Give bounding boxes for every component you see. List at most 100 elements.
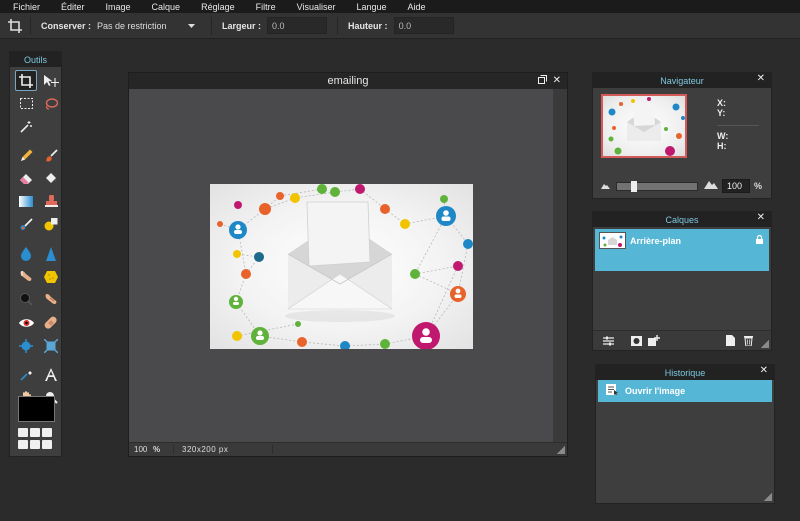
document-title: emailing — [327, 75, 369, 87]
history-item[interactable]: Ouvrir l'image — [598, 380, 772, 402]
menu-aide[interactable]: Aide — [408, 2, 426, 12]
menu-visualiser[interactable]: Visualiser — [297, 2, 336, 12]
tools-title: Outils — [10, 52, 61, 67]
new-layer-icon[interactable] — [721, 334, 739, 348]
eraser-icon[interactable] — [15, 168, 37, 189]
tool-empty-slot — [40, 116, 62, 137]
marquee-icon[interactable] — [15, 93, 37, 114]
layer-thumbnail-image — [602, 235, 623, 247]
tool-group-gap — [15, 358, 62, 362]
tool-group-gap — [15, 237, 62, 241]
sponge-icon[interactable] — [40, 266, 62, 287]
smudge-icon[interactable] — [15, 266, 37, 287]
history-title: Historique — [664, 367, 706, 378]
burn-icon[interactable] — [40, 289, 62, 310]
layer-settings-icon[interactable] — [599, 334, 617, 348]
navigator-title: Navigateur — [660, 75, 704, 86]
layer-styles-icon[interactable] — [645, 334, 663, 348]
navigator-coordinates: X: Y: — [717, 98, 726, 118]
crop-icon — [0, 18, 30, 33]
layer-item[interactable]: Arrière-plan — [595, 229, 769, 271]
layer-name: Arrière-plan — [630, 236, 682, 246]
largeur-input[interactable] — [267, 17, 328, 34]
document-window: emailing ✕ 100 % 320x200 px — [128, 72, 568, 457]
bloat-icon[interactable] — [15, 335, 37, 356]
chevron-down-icon — [188, 21, 196, 31]
menu-image[interactable]: Image — [106, 2, 131, 12]
crop-icon[interactable] — [15, 70, 37, 91]
clone-stamp-icon[interactable] — [40, 191, 62, 212]
image-canvas[interactable] — [210, 184, 473, 349]
layers-title-bar[interactable]: Calques ✕ — [593, 212, 771, 227]
zoom-in-icon[interactable] — [704, 180, 718, 192]
divider — [717, 125, 759, 126]
dodge-icon[interactable] — [15, 289, 37, 310]
tool-group-gap — [15, 139, 62, 143]
layer-mask-icon[interactable] — [627, 334, 645, 348]
lock-icon[interactable] — [756, 234, 763, 247]
navigator-title-bar[interactable]: Navigateur ✕ — [593, 73, 771, 88]
divider — [211, 16, 213, 35]
gradient-icon[interactable] — [15, 191, 37, 212]
blur-icon[interactable] — [15, 243, 37, 264]
menu-langue[interactable]: Langue — [356, 2, 386, 12]
menu-reglage[interactable]: Réglage — [201, 2, 235, 12]
navigator-zoom-row: % — [601, 179, 767, 193]
conserver-label: Conserver : — [41, 20, 92, 31]
layers-panel: Calques ✕ Arrière-plan — [592, 211, 772, 351]
close-icon[interactable]: ✕ — [553, 75, 561, 87]
pencil-icon[interactable] — [15, 145, 37, 166]
vertical-scrollbar[interactable] — [553, 89, 567, 443]
h-label: H: — [717, 141, 727, 151]
y-label: Y: — [717, 108, 726, 118]
zoom-input[interactable] — [722, 179, 750, 193]
status-zoom-value[interactable]: 100 — [129, 445, 153, 454]
brush-icon[interactable] — [40, 145, 62, 166]
zoom-out-icon[interactable] — [601, 180, 610, 192]
menu-fichier[interactable]: Fichier — [13, 2, 40, 12]
primary-color-swatch[interactable] — [18, 396, 55, 422]
color-picker-icon[interactable] — [15, 364, 37, 385]
paint-bucket-icon[interactable] — [40, 168, 62, 189]
divider — [337, 16, 339, 35]
layers-footer — [593, 330, 771, 350]
red-eye-icon[interactable] — [15, 312, 37, 333]
largeur-label: Largeur : — [222, 20, 262, 31]
document-status-bar: 100 % 320x200 px — [129, 442, 567, 456]
resize-handle-icon[interactable] — [764, 493, 772, 501]
menu-filtre[interactable]: Filtre — [256, 2, 276, 12]
magic-wand-icon[interactable] — [15, 116, 37, 137]
grid-view-icon[interactable] — [18, 428, 55, 450]
zoom-slider[interactable] — [616, 180, 698, 192]
resize-handle-icon[interactable] — [761, 340, 769, 348]
tool-grid — [10, 67, 61, 408]
menu-editer[interactable]: Éditer — [61, 2, 85, 12]
move-icon[interactable] — [40, 70, 62, 91]
tools-panel: Outils — [9, 51, 62, 457]
text-icon[interactable] — [40, 364, 62, 385]
maximize-icon[interactable] — [537, 75, 547, 87]
spot-heal-icon[interactable] — [40, 312, 62, 333]
w-label: W: — [717, 131, 729, 141]
status-zoom-unit: % — [153, 445, 161, 454]
zoom-slider-thumb[interactable] — [630, 180, 637, 192]
navigator-panel: Navigateur ✕ X: Y: W: H: 100 % — [592, 72, 772, 199]
navigator-thumbnail[interactable] — [601, 94, 687, 158]
close-icon[interactable]: ✕ — [757, 73, 765, 84]
drawing-icon[interactable] — [40, 214, 62, 235]
lasso-icon[interactable] — [40, 93, 62, 114]
history-title-bar[interactable]: Historique ✕ — [596, 365, 774, 380]
pinch-icon[interactable] — [40, 335, 62, 356]
x-label: X: — [717, 98, 726, 108]
document-title-bar[interactable]: emailing ✕ — [129, 73, 567, 89]
color-replace-icon[interactable] — [15, 214, 37, 235]
trash-icon[interactable] — [739, 334, 757, 348]
hauteur-input[interactable] — [393, 17, 454, 34]
menu-calque[interactable]: Calque — [152, 2, 181, 12]
status-image-size: 320x200 px — [173, 445, 273, 454]
sharpen-icon[interactable] — [40, 243, 62, 264]
resize-handle-icon[interactable] — [557, 446, 565, 454]
close-icon[interactable]: ✕ — [760, 365, 768, 376]
close-icon[interactable]: ✕ — [757, 212, 765, 223]
conserver-select[interactable]: Pas de restriction — [97, 21, 201, 31]
